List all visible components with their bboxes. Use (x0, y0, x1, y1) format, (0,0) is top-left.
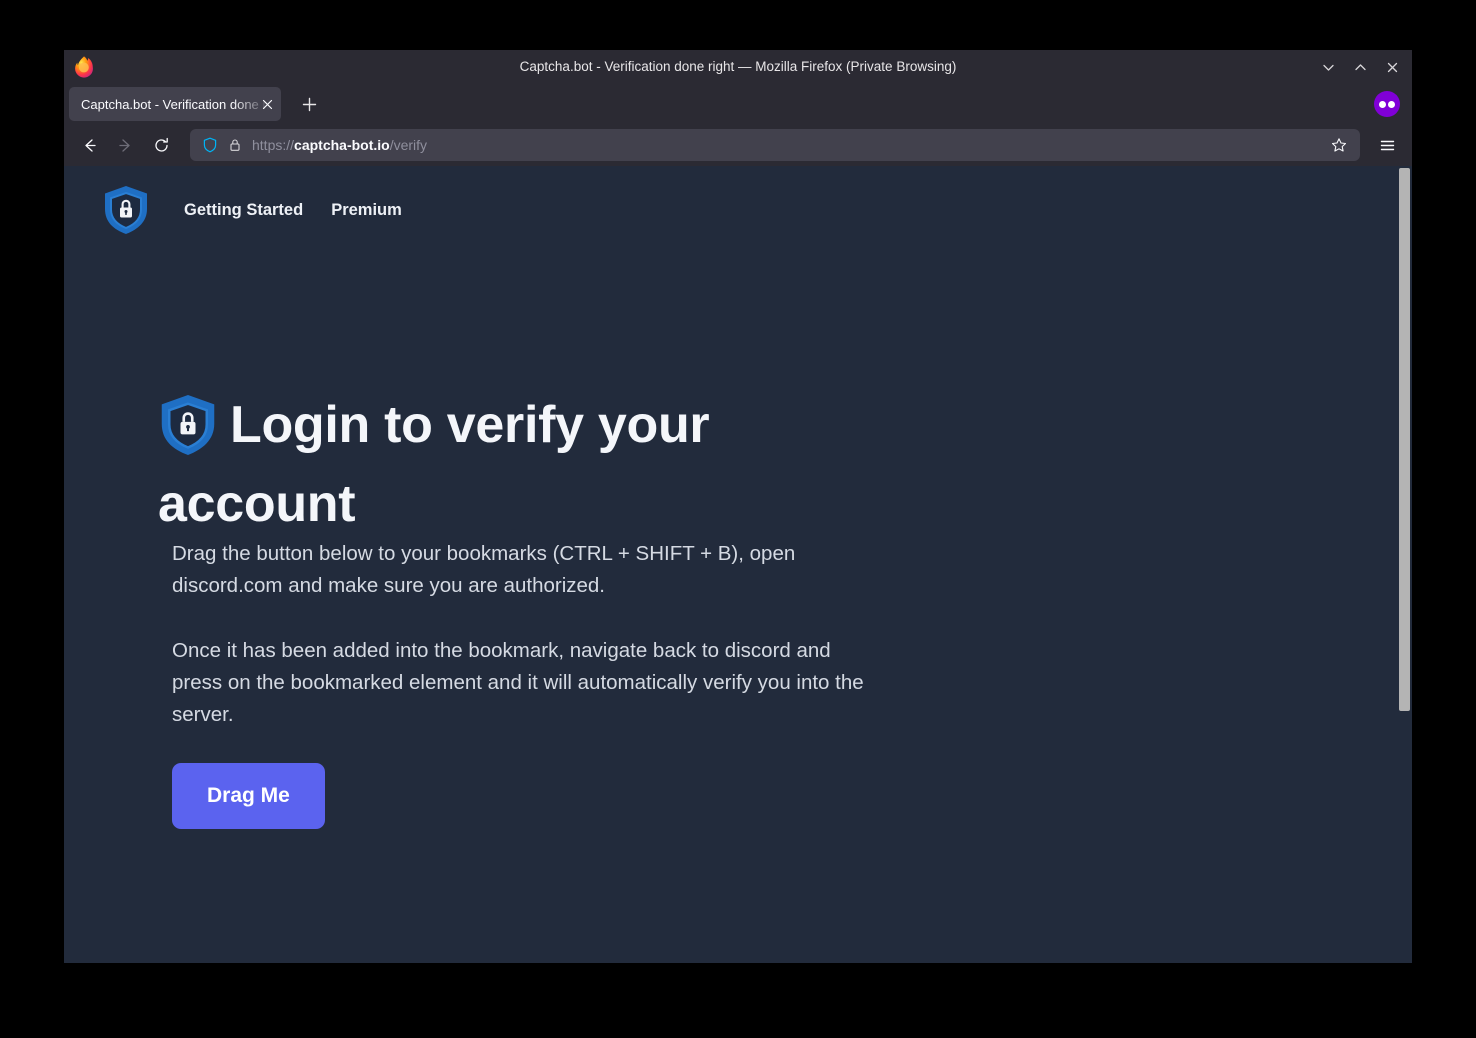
reload-button[interactable] (144, 129, 178, 161)
bookmark-star-icon[interactable] (1324, 131, 1354, 159)
forward-button[interactable] (108, 129, 142, 161)
site-header: Getting Started Premium (64, 166, 1412, 236)
url-scheme: https:// (252, 137, 295, 153)
maximize-button[interactable] (1344, 52, 1376, 82)
mask-eyes (1379, 100, 1395, 108)
hero-instructions: Drag the button below to your bookmarks … (158, 538, 904, 731)
page-scrollbar[interactable] (1398, 166, 1412, 963)
hero-shield-lock-icon (158, 392, 218, 458)
app-menu-button[interactable] (1370, 129, 1404, 161)
drag-me-button[interactable]: Drag Me (172, 762, 325, 829)
firefox-window: Captcha.bot - Verification done right — … (64, 50, 1412, 963)
navigation-toolbar: https://captcha-bot.io/verify (64, 124, 1412, 166)
back-button[interactable] (72, 129, 106, 161)
nav-link-premium[interactable]: Premium (331, 201, 402, 220)
site-navigation: Getting Started Premium (184, 201, 402, 220)
url-text[interactable]: https://captcha-bot.io/verify (252, 137, 1314, 153)
page-title: Login to verify your account (158, 386, 904, 544)
window-titlebar: Captcha.bot - Verification done right — … (64, 50, 1412, 84)
window-title: Captcha.bot - Verification done right — … (519, 59, 957, 74)
minimize-button[interactable] (1312, 52, 1344, 82)
page-viewport: Getting Started Premium Login to verify … (64, 166, 1412, 963)
new-tab-button[interactable] (293, 88, 325, 120)
mask-eye-right (1388, 100, 1395, 108)
close-icon[interactable] (259, 96, 275, 112)
close-button[interactable] (1376, 52, 1408, 82)
url-path: /verify (389, 137, 428, 153)
window-controls (1312, 50, 1408, 84)
firefox-logo-icon (72, 55, 96, 79)
nav-link-getting-started[interactable]: Getting Started (184, 201, 303, 220)
address-bar[interactable]: https://captcha-bot.io/verify (190, 129, 1360, 161)
mask-eye-left (1379, 100, 1386, 108)
connection-lock-icon[interactable] (228, 138, 242, 152)
private-browsing-mask-icon[interactable] (1374, 91, 1400, 117)
hero-section: Login to verify your account Drag the bu… (64, 236, 904, 829)
instruction-paragraph-1: Drag the button below to your bookmarks … (172, 542, 796, 598)
scrollbar-thumb[interactable] (1399, 168, 1410, 711)
instruction-paragraph-2: Once it has been added into the bookmark… (172, 639, 864, 726)
browser-tab[interactable]: Captcha.bot - Verification done right (69, 87, 281, 121)
tab-title: Captcha.bot - Verification done right (81, 96, 275, 112)
tab-strip: Captcha.bot - Verification done right (64, 84, 1412, 124)
page-title-text: Login to verify your account (158, 396, 710, 534)
captcha-bot-shield-lock-logo-icon[interactable] (102, 184, 150, 236)
url-host: captcha-bot.io (294, 137, 390, 153)
tracking-protection-shield-icon[interactable] (202, 137, 218, 153)
